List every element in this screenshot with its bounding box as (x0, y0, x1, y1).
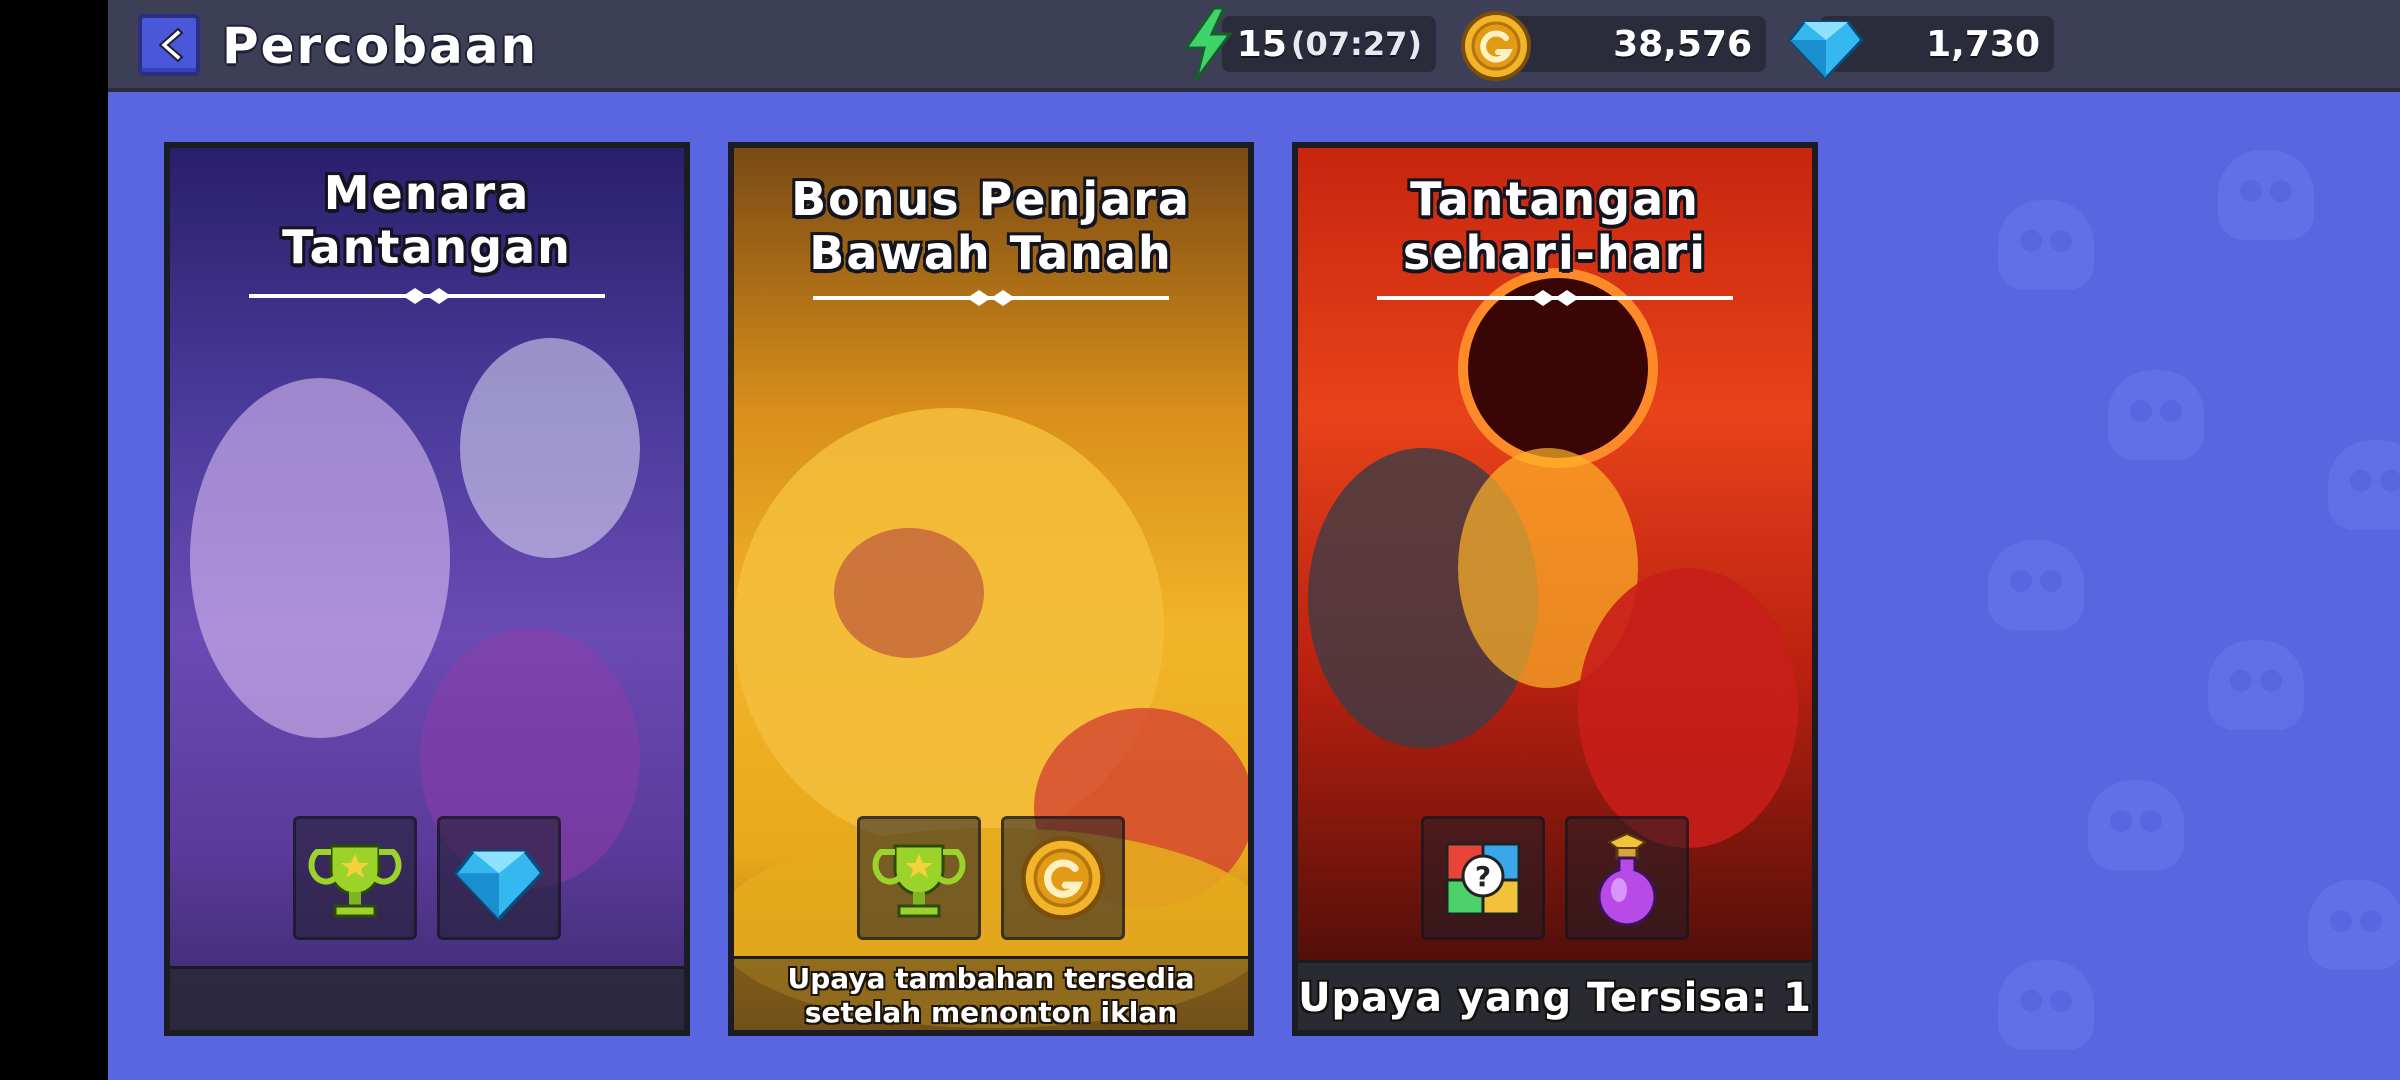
card-title-line: Bonus Penjara (791, 172, 1191, 226)
skull-pattern (1968, 120, 2400, 1080)
daily-challenge-card[interactable]: Tantangan sehari-hari ? Upaya yang Tersi… (1292, 142, 1818, 1036)
art-highlight (460, 338, 640, 558)
skull-icon (2088, 780, 2184, 870)
attempts-remaining: Upaya yang Tersisa: 1 (1298, 975, 1812, 1021)
back-button[interactable] (138, 14, 200, 76)
reward-slot (1565, 816, 1689, 940)
diamond-icon (1788, 20, 1864, 81)
trophy-icon (872, 844, 966, 918)
energy-counter[interactable]: 15 (07:27) (1222, 16, 1436, 72)
diamond-icon (453, 849, 545, 922)
card-title: Menara Tantangan (170, 166, 684, 274)
card-title-line: Tantangan (282, 220, 572, 274)
skull-icon (2108, 370, 2204, 460)
skull-icon (2208, 640, 2304, 730)
title-divider (1373, 286, 1737, 310)
card-title: Bonus Penjara Bawah Tanah (734, 172, 1248, 280)
gem-value: 1,730 (1926, 23, 2040, 65)
reward-slot: ? (1421, 816, 1545, 940)
back-arrow-icon (158, 27, 184, 63)
dungeon-bonus-card[interactable]: Bonus Penjara Bawah Tanah Upaya tambahan… (728, 142, 1254, 1036)
trophy-icon (308, 844, 402, 918)
card-title-line: Tantangan (1410, 172, 1700, 226)
title-divider (245, 284, 609, 308)
card-title-line: Bawah Tanah (809, 226, 1173, 280)
reward-slot (857, 816, 981, 940)
gold-coin-icon (1461, 11, 1531, 81)
footer-line: Upaya tambahan tersedia (787, 962, 1195, 995)
energy-timer: (07:27) (1290, 25, 1422, 63)
puzzle-piece-icon: ? (1445, 842, 1521, 916)
skull-icon (2308, 880, 2400, 970)
title-divider (809, 286, 1173, 310)
card-title-line: sehari-hari (1402, 226, 1708, 280)
reward-row: ? (1298, 816, 1812, 946)
gold-value: 38,576 (1613, 23, 1752, 65)
skull-icon (1998, 200, 2094, 290)
page-title: Percobaan (222, 17, 539, 75)
left-letterbox (0, 0, 108, 1080)
challenge-tower-card[interactable]: Menara Tantangan (164, 142, 690, 1036)
gold-coin-icon (1021, 836, 1105, 920)
potion-flask-icon (1597, 832, 1657, 926)
reward-row (170, 816, 684, 946)
card-footer: Upaya tambahan tersedia setelah menonton… (734, 956, 1248, 1030)
reward-slot (437, 816, 561, 940)
art-highlight (834, 528, 984, 658)
reward-slot (293, 816, 417, 940)
skull-icon (2218, 150, 2314, 240)
svg-text:?: ? (1475, 860, 1491, 893)
lightning-icon (1183, 6, 1233, 81)
card-footer: Upaya yang Tersisa: 1 (1298, 960, 1812, 1030)
card-footer-text: Upaya tambahan tersedia setelah menonton… (734, 959, 1248, 1030)
gold-counter[interactable]: 38,576 (1502, 16, 1766, 72)
footer-line: setelah menonton iklan (804, 996, 1178, 1029)
card-title-line: Menara (323, 166, 531, 220)
skull-icon (1998, 960, 2094, 1050)
reward-slot (1001, 816, 1125, 940)
skull-icon (1988, 540, 2084, 630)
art-highlight (190, 378, 450, 738)
card-title: Tantangan sehari-hari (1298, 172, 1812, 280)
reward-row (734, 816, 1248, 946)
skull-icon (2328, 440, 2400, 530)
art-highlight (1578, 568, 1798, 848)
card-footer (170, 966, 684, 1030)
